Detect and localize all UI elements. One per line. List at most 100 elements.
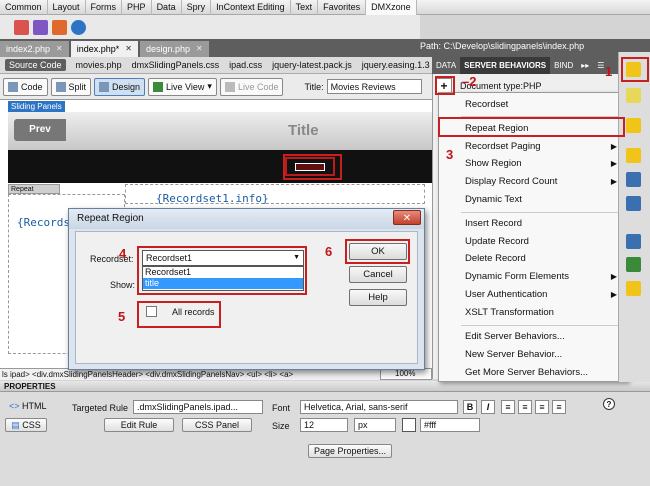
annotation-number-5: 5 [118, 309, 126, 324]
insert-image-icon[interactable] [52, 19, 67, 35]
align-left-button[interactable]: ≡ [501, 400, 515, 414]
related-file-jquery[interactable]: jquery-latest.pack.js [272, 60, 352, 70]
menu-dmxzone[interactable]: DMXzone [366, 0, 417, 15]
css-panel-button[interactable]: CSS Panel [182, 418, 252, 432]
close-icon[interactable]: ✕ [393, 210, 421, 225]
menu-incontext-editing[interactable]: InContext Editing [211, 0, 291, 15]
menu-text[interactable]: Text [291, 0, 319, 15]
italic-button[interactable]: I [481, 400, 495, 414]
submenu-arrow-icon: ▶ [610, 159, 617, 168]
menu-item-show-region[interactable]: Show Region [465, 158, 522, 169]
menu-item-insert-record[interactable]: Insert Record [465, 218, 522, 229]
align-center-button[interactable]: ≡ [518, 400, 532, 414]
bindings-icon[interactable] [626, 118, 641, 133]
unit-select[interactable]: px [354, 418, 396, 432]
menu-item-delete-record[interactable]: Delete Record [465, 253, 526, 264]
show-label: Show: [110, 280, 136, 290]
menu-spry[interactable]: Spry [182, 0, 212, 15]
insert-plugin-icon[interactable] [14, 19, 29, 35]
menu-item-dynamic-form-elements[interactable]: Dynamic Form Elements [465, 271, 569, 282]
justify-button[interactable]: ≡ [552, 400, 566, 414]
align-right-button[interactable]: ≡ [535, 400, 549, 414]
page-properties-button[interactable]: Page Properties... [308, 444, 392, 458]
css-mode-button[interactable]: ▤ CSS [5, 418, 47, 432]
insert-panel-icon[interactable] [33, 19, 48, 35]
color-input[interactable]: #fff [420, 418, 480, 432]
code-view-button[interactable]: Code [3, 77, 48, 96]
repeat-tag[interactable]: Repeat [8, 184, 60, 194]
close-icon[interactable]: ✕ [56, 41, 63, 57]
menu-divider [461, 212, 623, 213]
assets-icon[interactable] [626, 234, 641, 249]
tab-server-behaviors[interactable]: SERVER BEHAVIORS [460, 57, 551, 74]
prev-button[interactable]: Prev [14, 119, 66, 141]
design-view-button[interactable]: Design [94, 77, 146, 96]
related-file-ipad-css[interactable]: ipad.css [229, 60, 262, 70]
html-mode-button[interactable]: <> HTML [5, 400, 47, 414]
tab-index2[interactable]: index2.php ✕ [0, 41, 69, 57]
components-icon[interactable] [626, 172, 641, 187]
page-title-input[interactable]: Movies Reviews [326, 79, 422, 94]
chevron-down-icon[interactable]: ▾ [207, 81, 212, 92]
menu-common[interactable]: Common [0, 0, 48, 15]
tab-bindings[interactable]: BIND [550, 57, 577, 74]
bold-button[interactable]: B [463, 400, 477, 414]
size-label: Size [272, 421, 290, 431]
menu-data[interactable]: Data [152, 0, 182, 15]
help-icon[interactable]: ? [603, 398, 615, 410]
css-label: CSS [22, 420, 41, 430]
targeted-rule-select[interactable]: .dmxSlidingPanels.ipad... [133, 400, 263, 414]
css-styles-icon[interactable] [626, 257, 641, 272]
tab-design[interactable]: design.php ✕ [140, 41, 209, 57]
cancel-button[interactable]: Cancel [349, 266, 407, 283]
title-label: Title: [304, 81, 324, 92]
menu-item-recordset-paging[interactable]: Recordset Paging [465, 141, 541, 152]
annotation-box-2 [435, 76, 455, 95]
related-file-sliding-css[interactable]: dmxSlidingPanels.css [132, 60, 220, 70]
tab-index[interactable]: index.php* ✕ [70, 41, 138, 57]
tab-data[interactable]: DATA [432, 57, 460, 74]
recordset-info-binding[interactable]: {Recordset1.info} [156, 192, 269, 205]
ap-elements-icon[interactable] [626, 281, 641, 296]
panel-expand-icon[interactable]: ▸▸ [577, 57, 593, 74]
related-file-easing[interactable]: jquery.easing.1.3 [362, 60, 430, 70]
menu-item-new-server-behavior[interactable]: New Server Behavior... [465, 349, 562, 360]
menu-forms[interactable]: Forms [86, 0, 123, 15]
code-label: Code [21, 81, 43, 92]
database-icon[interactable] [626, 88, 641, 103]
menu-item-user-authentication[interactable]: User Authentication [465, 289, 547, 300]
color-swatch[interactable] [402, 418, 416, 432]
menu-item-edit-server-behaviors[interactable]: Edit Server Behaviors... [465, 331, 565, 342]
menu-item-display-record-count[interactable]: Display Record Count [465, 176, 557, 187]
font-select[interactable]: Helvetica, Arial, sans-serif [300, 400, 458, 414]
sliding-panel-nav[interactable] [8, 150, 432, 183]
split-view-button[interactable]: Split [50, 77, 92, 96]
annotation-number-2-digit: 2 [469, 74, 477, 89]
live-code-button[interactable]: Live Code [219, 77, 284, 96]
related-files-bar: Source Code movies.php dmxSlidingPanels.… [0, 57, 432, 74]
snippets-icon[interactable] [626, 148, 641, 163]
dialog-title: Repeat Region [69, 209, 424, 229]
menu-item-update-record[interactable]: Update Record [465, 236, 529, 247]
menu-item-recordset[interactable]: Recordset [465, 99, 508, 110]
file-path: Path: C:\Develop\slidingpanels\index.php [420, 41, 585, 51]
menu-item-dynamic-text[interactable]: Dynamic Text [465, 194, 522, 205]
menu-favorites[interactable]: Favorites [318, 0, 367, 15]
menu-php[interactable]: PHP [122, 0, 152, 15]
properties-header[interactable]: PROPERTIES [0, 381, 650, 392]
insert-flash-icon[interactable] [71, 19, 86, 35]
live-view-button[interactable]: Live View ▾ [148, 77, 217, 96]
files-icon[interactable] [626, 196, 641, 211]
sliding-panels-tag[interactable]: Sliding Panels [8, 101, 65, 112]
related-file-movies[interactable]: movies.php [76, 60, 122, 70]
menu-item-xslt-transformation[interactable]: XSLT Transformation [465, 307, 554, 318]
close-icon[interactable]: ✕ [196, 41, 203, 57]
edit-rule-button[interactable]: Edit Rule [104, 418, 174, 432]
sliding-panel-header[interactable] [8, 112, 432, 150]
size-select[interactable]: 12 [300, 418, 348, 432]
source-code-button[interactable]: Source Code [5, 59, 66, 71]
menu-layout[interactable]: Layout [48, 0, 86, 15]
close-icon[interactable]: ✕ [125, 41, 132, 57]
menu-item-get-more-server-behaviors[interactable]: Get More Server Behaviors... [465, 367, 588, 378]
help-button[interactable]: Help [349, 289, 407, 306]
